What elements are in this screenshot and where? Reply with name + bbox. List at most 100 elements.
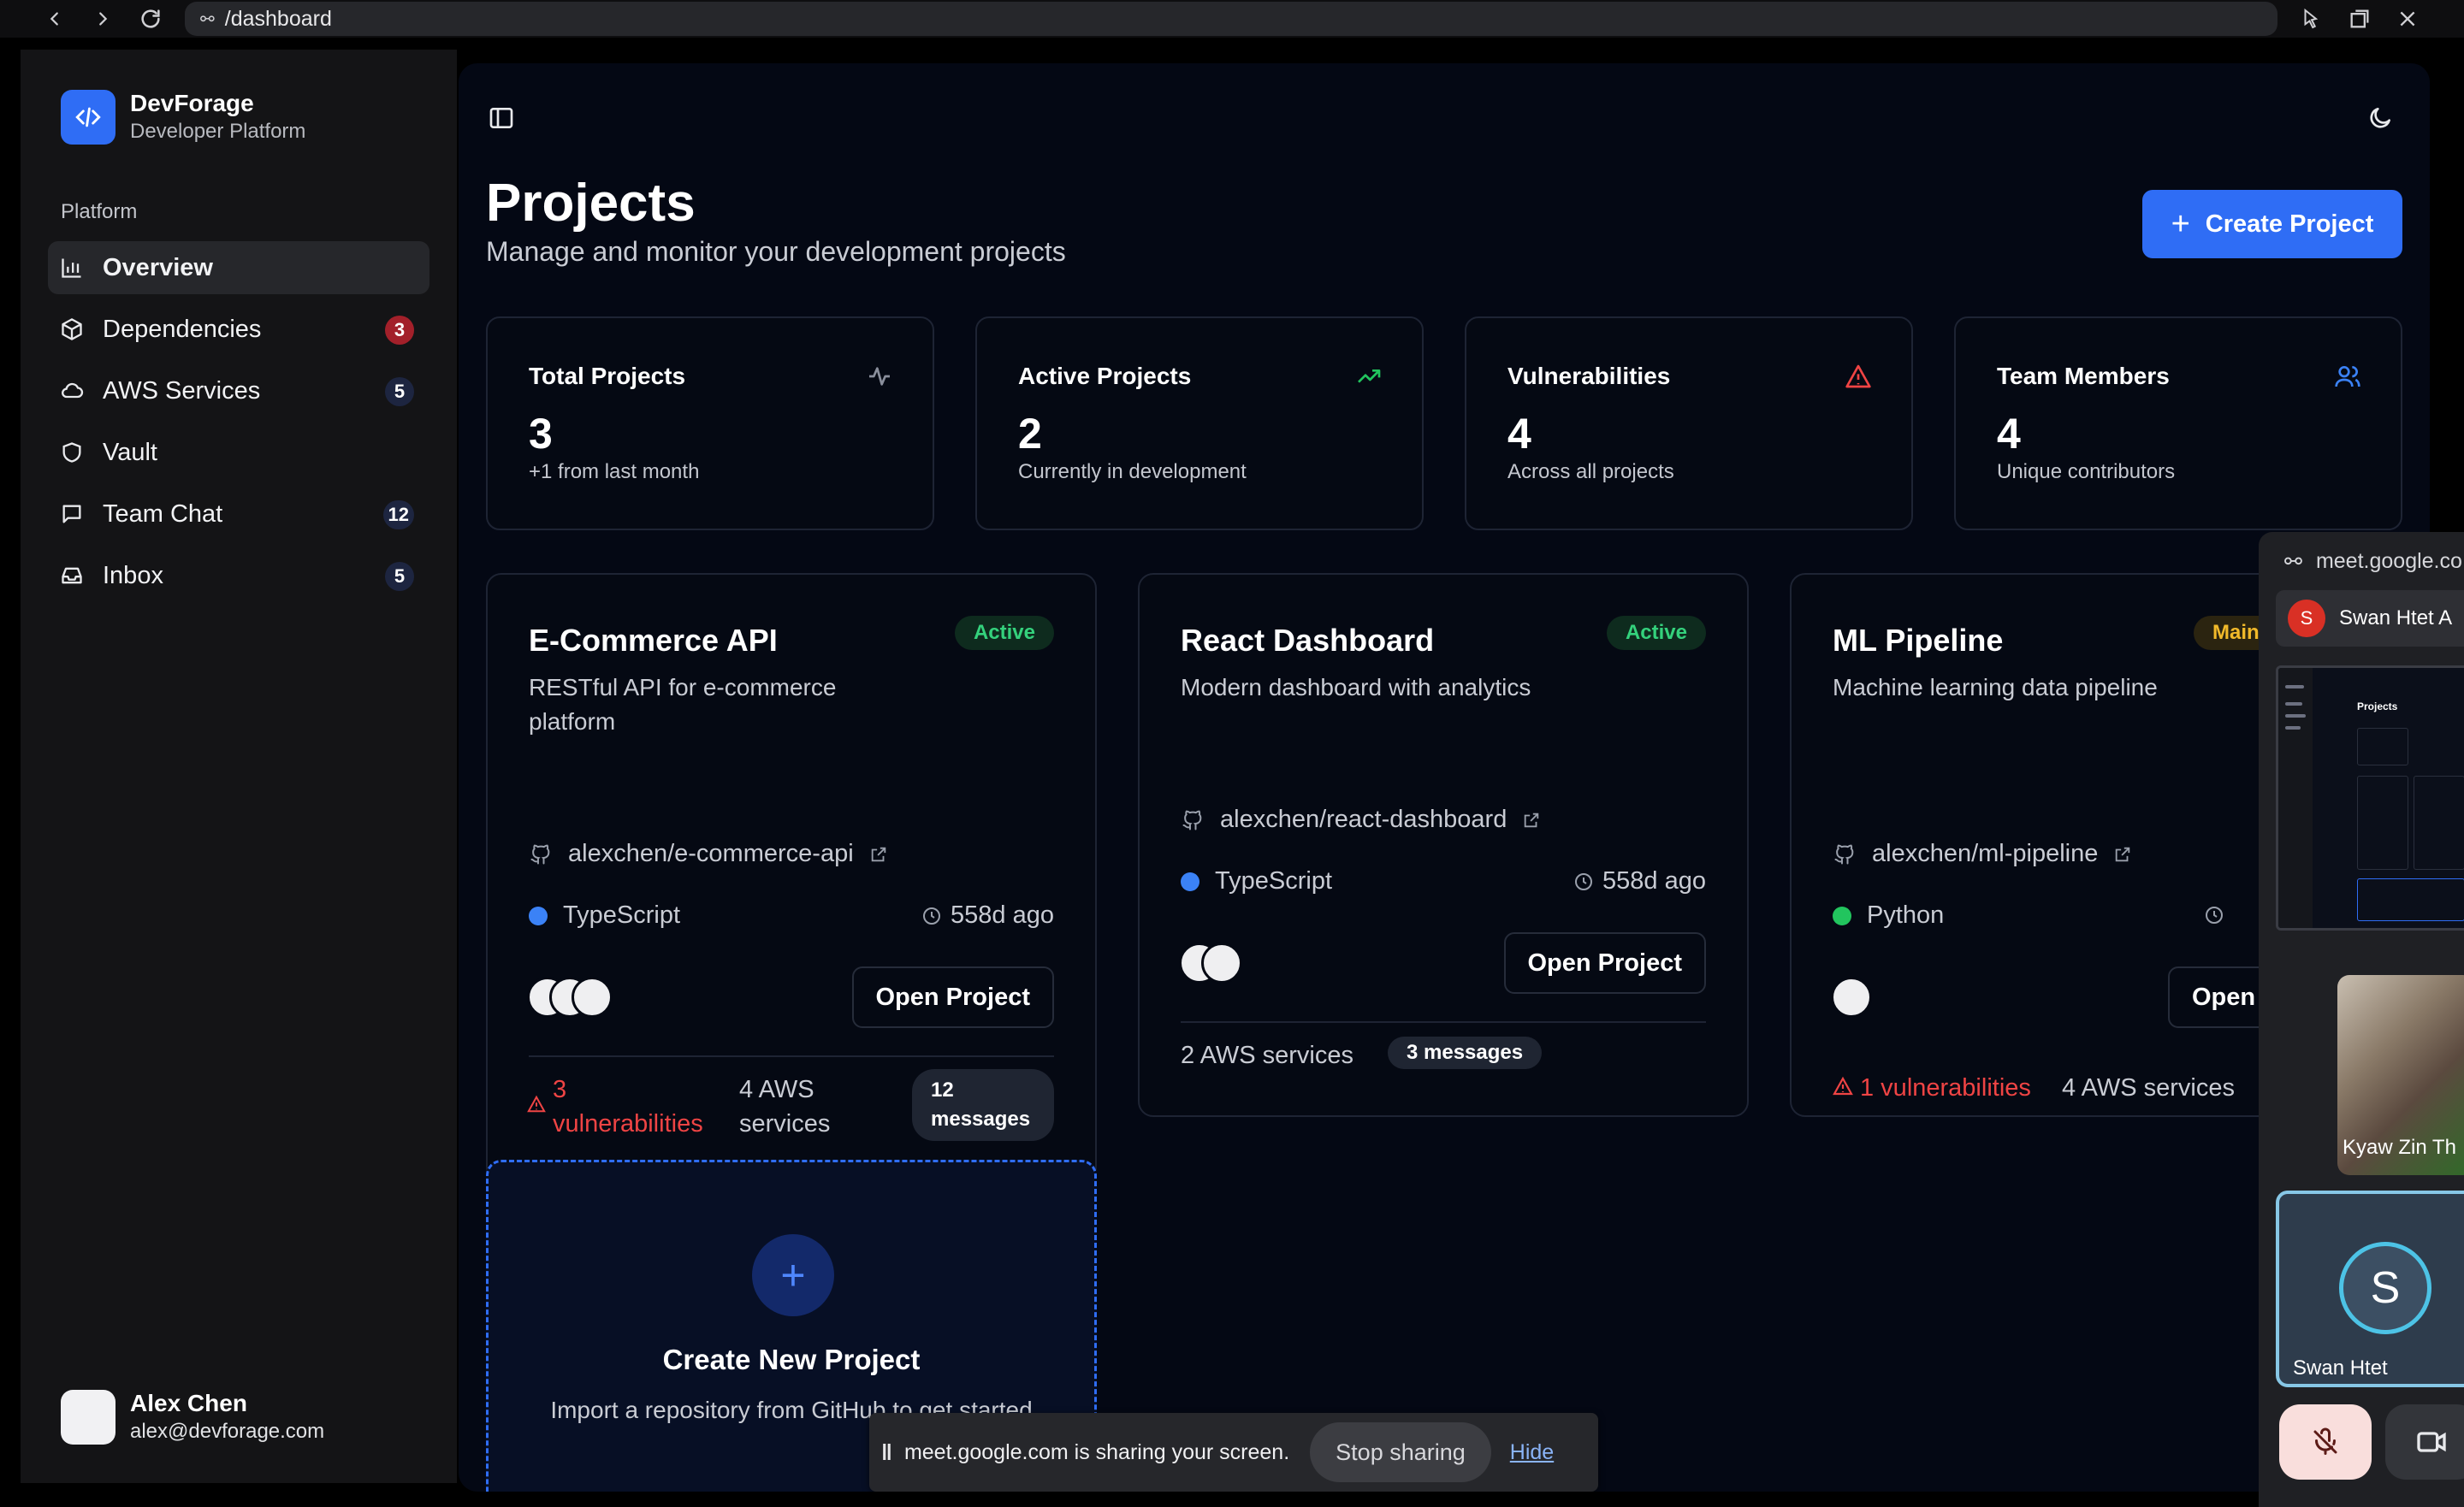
forward-button[interactable] bbox=[87, 3, 118, 34]
sidebar-item-overview[interactable]: Overview bbox=[48, 241, 429, 294]
user-email: alex@devforage.com bbox=[130, 1420, 325, 1443]
address-bar[interactable]: ⚯ /dashboard bbox=[185, 2, 2277, 36]
sidebar: DevForage Developer Platform Platform Ov… bbox=[21, 50, 457, 1483]
sidebar-item-label: Vault bbox=[103, 438, 157, 466]
stat-value: 4 bbox=[1507, 410, 1531, 458]
avatar[interactable] bbox=[1201, 943, 1242, 984]
stat-value: 4 bbox=[1997, 410, 2021, 458]
messages-badge[interactable]: 12 messages bbox=[912, 1069, 1054, 1141]
project-card-ecommerce-api: E-Commerce API Active RESTful API for e-… bbox=[486, 573, 1097, 1182]
vulnerabilities-count: 1 vulnerabilities bbox=[1860, 1074, 2031, 1102]
main-content: Projects Manage and monitor your develop… bbox=[459, 63, 2430, 1492]
language-name: TypeScript bbox=[563, 901, 680, 929]
sidebar-item-dependencies[interactable]: Dependencies 3 bbox=[48, 303, 429, 356]
meet-account[interactable]: S Swan Htet A bbox=[2276, 590, 2464, 647]
reload-button[interactable] bbox=[135, 3, 166, 34]
sidebar-toggle-icon[interactable] bbox=[488, 104, 515, 132]
nav-group-label: Platform bbox=[61, 200, 138, 223]
repo-link[interactable]: alexchen/react-dashboard bbox=[1181, 806, 1541, 834]
aws-services-count: 2 AWS services bbox=[1181, 1042, 1353, 1069]
external-link-icon bbox=[2116, 847, 2130, 861]
moon-icon[interactable] bbox=[2366, 104, 2394, 132]
chevron-left-icon bbox=[50, 12, 58, 26]
meet-account-name: Swan Htet A bbox=[2339, 606, 2453, 629]
close-window-button[interactable] bbox=[2392, 3, 2423, 34]
avatar[interactable] bbox=[572, 977, 613, 1018]
share-message: meet.google.com is sharing your screen. bbox=[903, 1439, 1290, 1464]
users-icon bbox=[2335, 366, 2360, 387]
camera-toggle-button[interactable] bbox=[2385, 1404, 2464, 1480]
site-settings-icon[interactable]: ⚯ bbox=[200, 9, 215, 29]
avatar[interactable] bbox=[61, 1390, 116, 1445]
stat-card-team-members: Team Members 4 Unique contributors bbox=[1954, 316, 2402, 530]
bar-chart-icon bbox=[62, 258, 81, 278]
create-project-button[interactable]: + Create Project bbox=[2142, 190, 2402, 258]
open-project-button[interactable]: Open Project bbox=[1503, 932, 1706, 994]
stat-title: Total Projects bbox=[529, 363, 686, 389]
divider bbox=[1181, 1021, 1706, 1023]
language-dot bbox=[529, 906, 548, 925]
page-title: Projects bbox=[486, 174, 696, 233]
updated-text: 558d ago bbox=[951, 901, 1054, 929]
clock-icon bbox=[2206, 907, 2223, 924]
repo-link[interactable]: alexchen/ml-pipeline bbox=[1833, 840, 2132, 868]
stat-sub: Currently in development bbox=[1018, 460, 1247, 483]
sidebar-item-vault[interactable]: Vault bbox=[48, 426, 429, 479]
inbox-icon bbox=[62, 567, 82, 584]
open-project-button[interactable]: Open Project bbox=[851, 966, 1054, 1028]
mic-off-icon bbox=[2313, 1427, 2337, 1455]
messages-badge[interactable]: 3 messages bbox=[1388, 1037, 1543, 1069]
aws-services-count: 4 AWS services bbox=[2062, 1074, 2235, 1102]
preview-card bbox=[2414, 776, 2464, 870]
window-icon bbox=[2350, 9, 2369, 28]
self-tile[interactable]: S Swan Htet bbox=[2276, 1191, 2464, 1387]
close-icon bbox=[2400, 11, 2415, 27]
repo-name: alexchen/e-commerce-api bbox=[568, 840, 854, 867]
mic-toggle-button[interactable] bbox=[2279, 1404, 2372, 1480]
sidebar-item-label: Team Chat bbox=[103, 499, 223, 528]
stop-sharing-button[interactable]: Stop sharing bbox=[1310, 1422, 1491, 1482]
count-badge: 5 bbox=[385, 562, 414, 591]
cursor-select-button[interactable] bbox=[2296, 3, 2327, 34]
avatar[interactable] bbox=[1831, 977, 1872, 1018]
sidebar-item-team-chat[interactable]: Team Chat 12 bbox=[48, 488, 429, 541]
github-icon bbox=[530, 844, 550, 864]
back-button[interactable] bbox=[39, 3, 70, 34]
stat-sub: Across all projects bbox=[1507, 460, 1674, 483]
url-text: /dashboard bbox=[224, 6, 332, 31]
preview-line bbox=[2285, 685, 2304, 688]
brand-logo[interactable] bbox=[61, 90, 116, 145]
project-name: React Dashboard bbox=[1181, 623, 1435, 658]
cursor-icon bbox=[2304, 8, 2319, 29]
self-name: Swan Htet bbox=[2293, 1356, 2388, 1380]
page-subtitle: Manage and monitor your development proj… bbox=[486, 236, 1066, 267]
meet-url: ⚯ meet.google.co bbox=[2284, 549, 2462, 575]
language: TypeScript bbox=[529, 901, 680, 930]
updated-time: 558d ago bbox=[1573, 867, 1706, 895]
tune-icon[interactable]: ⚯ bbox=[2284, 549, 2302, 575]
stat-value: 3 bbox=[529, 410, 553, 458]
sidebar-item-aws-services[interactable]: AWS Services 5 bbox=[48, 364, 429, 417]
status-badge: Active bbox=[954, 616, 1054, 650]
language: Python bbox=[1833, 901, 1944, 930]
sidebar-item-inbox[interactable]: Inbox 5 bbox=[48, 549, 429, 602]
project-description: Modern dashboard with analytics bbox=[1181, 674, 1531, 700]
screen-share-preview[interactable]: Projects bbox=[2276, 665, 2464, 931]
preview-line bbox=[2285, 702, 2302, 706]
preview-line bbox=[2285, 714, 2306, 718]
count-badge: 5 bbox=[385, 377, 414, 406]
repo-name: alexchen/react-dashboard bbox=[1220, 806, 1507, 833]
browser-toolbar: ⚯ /dashboard bbox=[0, 0, 2464, 38]
external-link-icon bbox=[1525, 813, 1539, 827]
project-description: RESTful API for e-commerce platform bbox=[529, 674, 837, 735]
preview-line bbox=[2285, 726, 2301, 730]
window-restore-button[interactable] bbox=[2344, 3, 2375, 34]
plus-icon: + bbox=[752, 1234, 834, 1316]
hide-link[interactable]: Hide bbox=[1510, 1440, 1554, 1465]
user-name: Alex Chen bbox=[130, 1390, 247, 1416]
vulnerabilities-count: 3 bbox=[553, 1076, 567, 1103]
preview-card bbox=[2357, 728, 2408, 765]
repo-link[interactable]: alexchen/e-commerce-api bbox=[529, 840, 888, 868]
stat-sub: +1 from last month bbox=[529, 460, 700, 483]
alert-triangle-icon bbox=[1833, 1076, 1853, 1096]
